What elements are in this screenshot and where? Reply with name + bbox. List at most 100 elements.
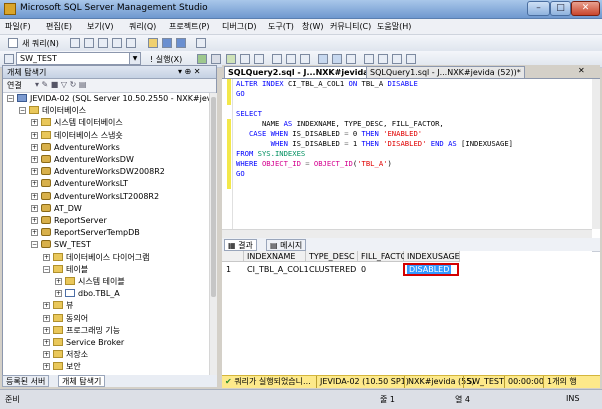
grid-cell-indexname[interactable]: CI_TBL_A_COL1 [247,264,309,275]
expand-icon[interactable]: + [55,290,62,297]
expand-icon[interactable]: + [43,315,50,322]
debug-icon[interactable] [197,54,207,64]
collapse-icon[interactable]: − [43,266,50,273]
connect-button[interactable]: 연결 [7,80,22,91]
save-all-icon[interactable] [176,38,186,48]
tab-messages[interactable]: ▤ 메시지 [266,239,306,251]
expand-icon[interactable]: + [31,180,38,187]
save-icon[interactable] [162,38,172,48]
tab-results[interactable]: ▦ 결과 [224,239,257,251]
oe-vertical-scrollbar[interactable] [209,93,217,375]
menu-view[interactable]: 보기(V) [87,21,113,32]
code-vertical-scrollbar[interactable] [592,79,600,229]
grid-header-fill-factor[interactable]: FILL_FACTOR [358,251,404,262]
folder-icon [53,362,63,370]
code-line: WHEN IS_DISABLED = 1 THEN 'DISABLED' END… [236,139,513,149]
menu-query[interactable]: 쿼리(Q) [129,21,156,32]
increase-indent-icon[interactable] [406,54,416,64]
close-button[interactable]: ✕ [571,1,600,16]
open-file-icon[interactable] [148,38,158,48]
grid-header-indexname[interactable]: INDEXNAME [244,251,306,262]
tree-node-label: SW_TEST [54,239,91,250]
tab-object-explorer[interactable]: 개체 탐색기 [58,375,105,387]
new-query-button[interactable]: 새 쿼리(N) [22,38,59,49]
code-line: GO [236,169,245,179]
database-engine-query-icon[interactable] [70,38,80,48]
expand-icon[interactable]: + [31,168,38,175]
expand-icon[interactable]: + [43,339,50,346]
minimize-button[interactable]: – [527,1,550,16]
expand-icon[interactable]: + [43,327,50,334]
collapse-icon[interactable]: − [31,241,38,248]
code-line: NAME AS INDEXNAME, TYPE_DESC, FILL_FACTO… [236,119,444,129]
maximize-button[interactable]: □ [550,1,571,16]
menu-community[interactable]: 커뮤니티(C) [330,21,371,32]
expand-icon[interactable]: + [43,363,50,370]
expand-icon[interactable]: + [31,205,38,212]
grid-cell-type-desc[interactable]: CLUSTERED [309,264,356,275]
folder-icon [65,277,75,285]
new-query-icon[interactable] [8,38,18,48]
query-designer-icon[interactable] [254,54,264,64]
expand-icon[interactable]: + [31,144,38,151]
menu-tools[interactable]: 도구(T) [268,21,294,32]
results-grid[interactable]: INDEXNAME TYPE_DESC FILL_FACTOR INDEXUSA… [222,251,592,375]
menu-file[interactable]: 파일(F) [5,21,31,32]
tab-sqlquery1[interactable]: SQLQuery1.sql - J...NXK#jevida (52))* [366,66,525,78]
query-status-server: JEVIDA-02 (10.50 SP1) [316,376,409,388]
analysis-query-icon[interactable] [84,38,94,48]
parse-icon[interactable] [226,54,236,64]
client-stats-icon[interactable] [300,54,310,64]
expand-icon[interactable]: + [43,254,50,261]
object-explorer-title: 개체 탐색기 [7,67,46,78]
include-plan-icon[interactable] [286,54,296,64]
grid-cell-fill-factor[interactable]: 0 [361,264,366,275]
grid-header-indexusage[interactable]: INDEXUSAGE [404,251,460,262]
menu-project[interactable]: 프로젝트(P) [169,21,210,32]
decrease-indent-icon[interactable] [392,54,402,64]
query-status-message: ✔ 쿼리가 실행되었습니... [222,376,311,388]
expand-icon[interactable]: + [31,229,38,236]
folder-icon [53,326,63,334]
close-tab-icon[interactable]: ✕ [578,66,585,75]
results-to-grid-icon[interactable] [332,54,342,64]
connect-icon[interactable] [4,54,14,64]
folder-icon [53,314,63,322]
sql-code-editor[interactable]: ALTER INDEX CI_TBL_A_COL1 ON TBL_A DISAB… [222,79,592,229]
xmla-query-icon[interactable] [126,38,136,48]
cancel-query-icon[interactable] [211,54,221,64]
expand-icon[interactable]: + [31,156,38,163]
collapse-icon[interactable]: − [19,107,26,114]
menu-help[interactable]: 도움말(H) [377,21,411,32]
uncomment-icon[interactable] [378,54,388,64]
expand-icon[interactable]: + [31,217,38,224]
intellisense-icon[interactable] [272,54,282,64]
expand-icon[interactable]: + [43,351,50,358]
comment-icon[interactable] [364,54,374,64]
grid-header-type-desc[interactable]: TYPE_DESC [306,251,358,262]
execute-button[interactable]: ! 실행(X) [150,54,182,65]
menu-edit[interactable]: 편집(E) [46,21,72,32]
results-to-file-icon[interactable] [346,54,356,64]
menu-debug[interactable]: 디버그(D) [222,21,256,32]
collapse-icon[interactable]: − [7,95,14,102]
menu-window[interactable]: 창(W) [302,21,324,32]
mdx-query-icon[interactable] [98,38,108,48]
oe-toolbar-icons[interactable]: ▾ ✎ ■ ▽ ↻ ▤ [35,80,86,89]
expand-icon[interactable]: + [55,278,62,285]
pin-icon[interactable]: ▾ ⊕ ✕ [178,67,201,76]
tab-registered-servers[interactable]: 등록된 서버 [2,375,49,387]
expand-icon[interactable]: + [31,132,38,139]
changed-lines-marker [227,119,231,189]
expand-icon[interactable]: + [43,302,50,309]
expand-icon[interactable]: + [31,119,38,126]
database-select[interactable]: SW_TEST ▼ [16,52,141,65]
display-plan-icon[interactable] [240,54,250,64]
properties-icon[interactable] [196,38,206,48]
db-icon [41,216,51,224]
expand-icon[interactable]: + [31,193,38,200]
chevron-down-icon: ▼ [129,53,140,64]
scroll-thumb[interactable] [211,97,216,297]
dmx-query-icon[interactable] [112,38,122,48]
results-to-text-icon[interactable] [318,54,328,64]
